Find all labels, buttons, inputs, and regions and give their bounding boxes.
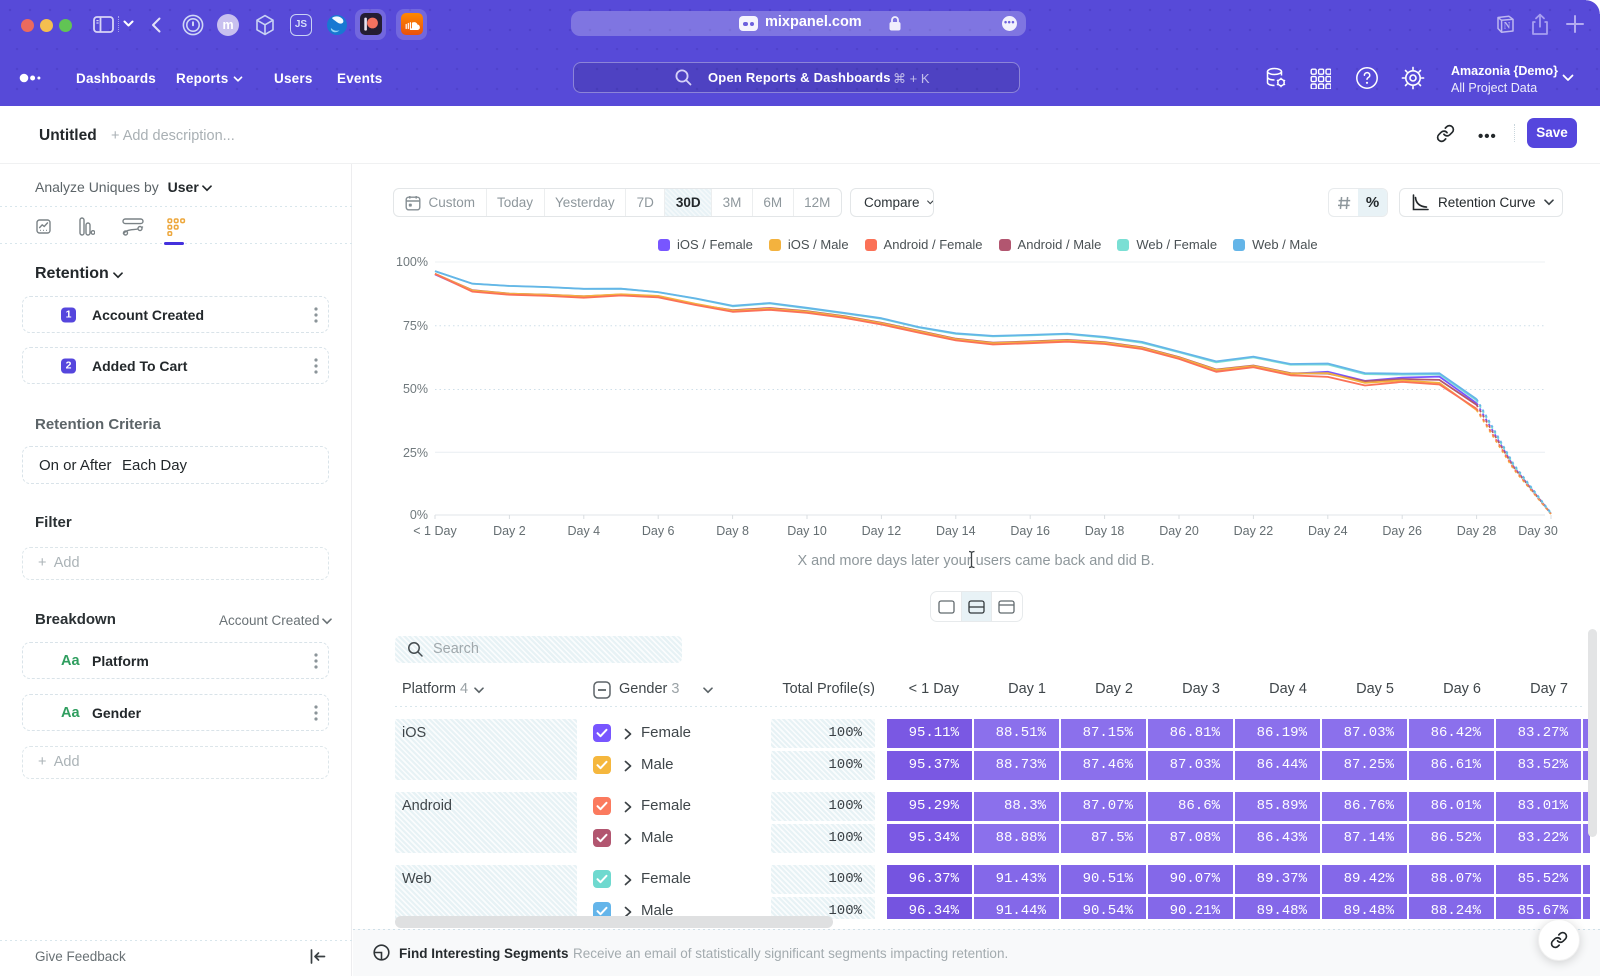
svg-text:Day 20: Day 20 — [1159, 524, 1199, 538]
svg-text:Day 12: Day 12 — [862, 524, 902, 538]
svg-text:Day 22: Day 22 — [1234, 524, 1274, 538]
svg-text:N: N — [1504, 21, 1511, 31]
svg-text:25%: 25% — [403, 446, 428, 460]
svg-text:< 1 Day: < 1 Day — [413, 524, 457, 538]
svg-text:50%: 50% — [403, 382, 428, 396]
svg-text:100%: 100% — [396, 255, 428, 269]
svg-text:75%: 75% — [403, 319, 428, 333]
svg-text:Day 24: Day 24 — [1308, 524, 1348, 538]
svg-text:Day 8: Day 8 — [716, 524, 749, 538]
svg-text:Day 6: Day 6 — [642, 524, 675, 538]
svg-text:Day 28: Day 28 — [1457, 524, 1497, 538]
svg-text:Day 4: Day 4 — [567, 524, 600, 538]
svg-text:Day 10: Day 10 — [787, 524, 827, 538]
svg-text:0%: 0% — [410, 508, 428, 522]
svg-text:Day 16: Day 16 — [1010, 524, 1050, 538]
svg-text:Day 30: Day 30 — [1518, 524, 1558, 538]
svg-text:Day 26: Day 26 — [1382, 524, 1422, 538]
svg-text:Day 18: Day 18 — [1085, 524, 1125, 538]
svg-text:Day 2: Day 2 — [493, 524, 526, 538]
svg-text:Day 14: Day 14 — [936, 524, 976, 538]
